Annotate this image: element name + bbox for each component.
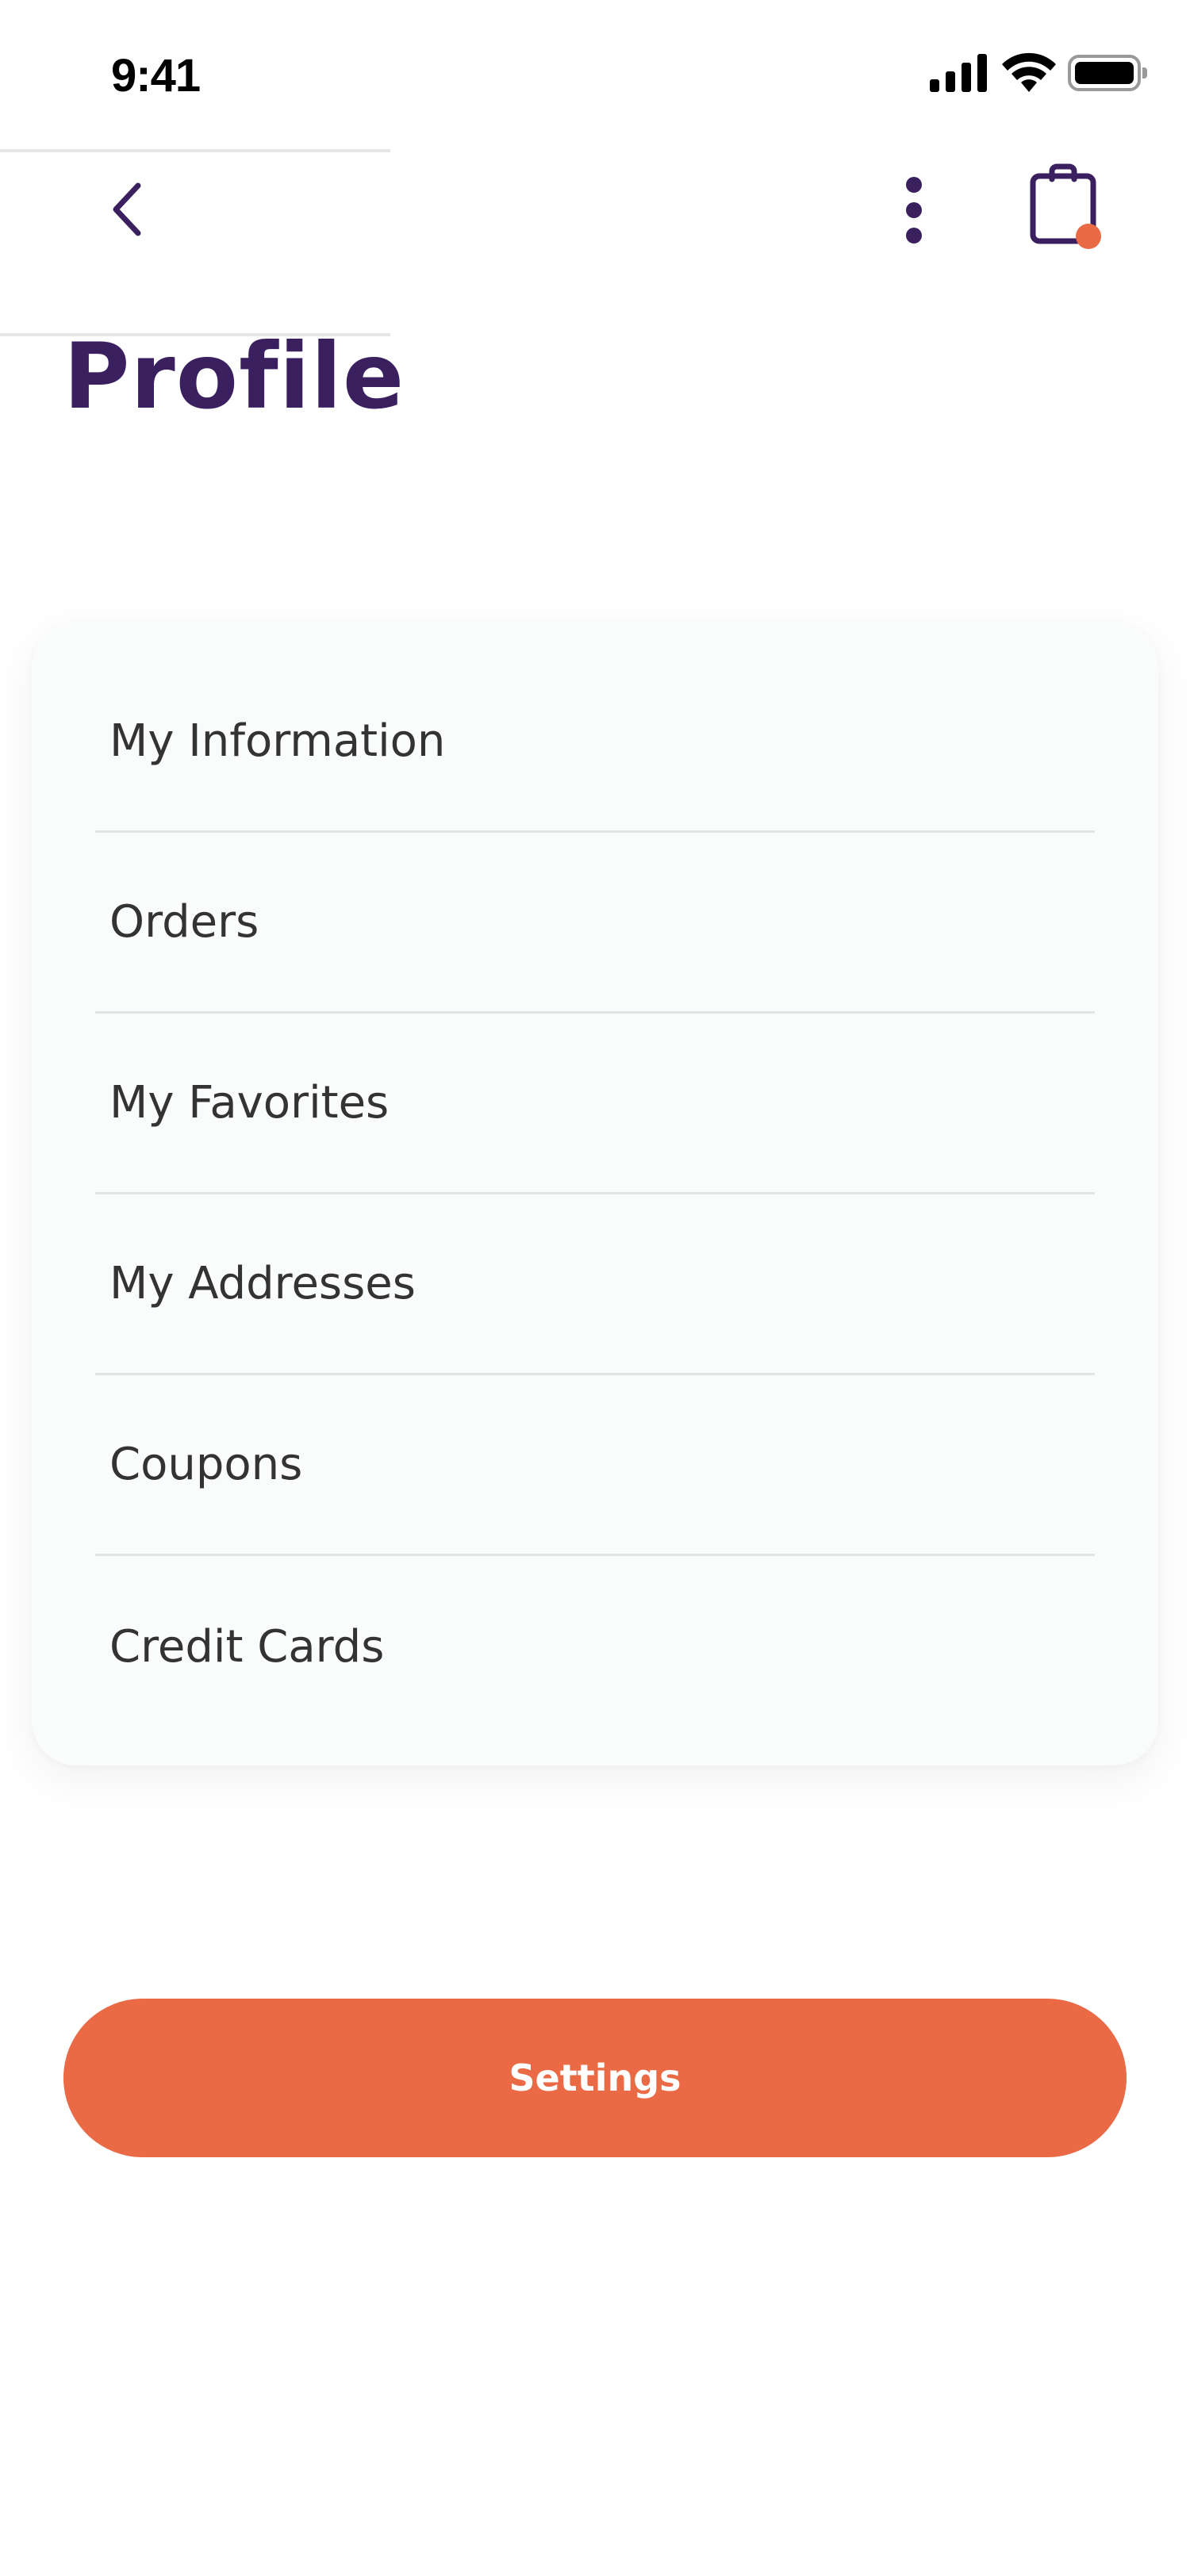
wifi-icon [1002,52,1056,92]
menu-item-label: My Favorites [109,1077,390,1129]
cart-notification-badge [1076,224,1101,249]
menu-item-orders[interactable]: Orders [95,833,1095,1014]
menu-item-label: My Information [109,715,446,767]
more-vertical-icon [906,177,922,243]
shopping-bag-icon [1030,163,1096,244]
menu-item-credit-cards[interactable]: Credit Cards [95,1556,1095,1765]
profile-menu-list: My Information Orders My Favorites My Ad… [95,622,1095,1765]
menu-item-my-favorites[interactable]: My Favorites [95,1014,1095,1194]
menu-item-my-information[interactable]: My Information [95,622,1095,833]
menu-item-label: Coupons [109,1439,303,1490]
page-title: Profile [63,324,405,429]
battery-icon [1068,55,1147,91]
cart-button[interactable] [1015,159,1119,262]
profile-menu-card: My Information Orders My Favorites My Ad… [32,622,1158,1765]
chevron-left-icon [113,182,141,236]
status-time: 9:41 [111,50,201,102]
menu-item-label: My Addresses [109,1258,416,1309]
settings-button[interactable]: Settings [63,1999,1127,2157]
status-bar: 9:41 [0,0,1190,151]
menu-item-label: Orders [109,896,259,948]
menu-item-label: Credit Cards [109,1620,385,1673]
menu-item-coupons[interactable]: Coupons [95,1375,1095,1556]
top-divider [0,149,390,152]
menu-item-my-addresses[interactable]: My Addresses [95,1194,1095,1375]
signal-icon [930,54,987,92]
more-options-button[interactable] [881,167,947,254]
back-button[interactable] [95,171,159,247]
